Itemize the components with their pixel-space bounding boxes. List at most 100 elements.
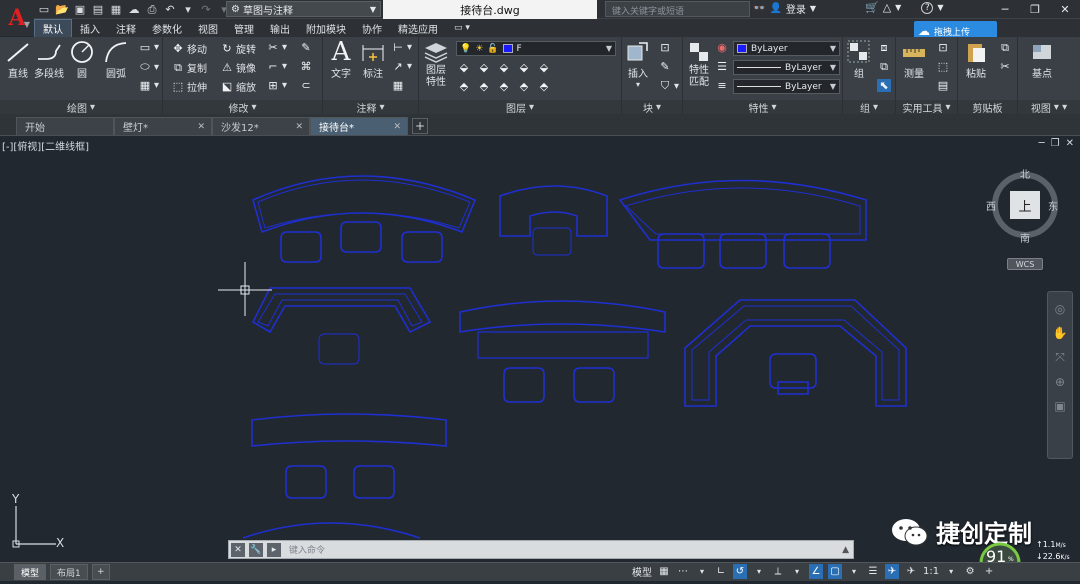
orbit-icon[interactable]: ⊕ bbox=[1055, 375, 1065, 389]
layers-panel-label[interactable]: 图层 ▾ bbox=[419, 100, 621, 115]
polar-tracking-icon[interactable]: ↺ bbox=[733, 564, 747, 579]
measure-tool[interactable]: 测量 bbox=[900, 39, 928, 80]
rectangle-tool[interactable]: ▭ ▾ bbox=[138, 41, 159, 54]
help-icon[interactable]: ? bbox=[921, 1, 934, 14]
cloud-icon[interactable]: ☁ bbox=[126, 2, 142, 17]
compass-north[interactable]: 北 bbox=[1020, 166, 1030, 181]
layer-isolate-icon[interactable]: ⬙ bbox=[477, 61, 491, 74]
attribute-tool[interactable]: ⛉ ▾ bbox=[658, 79, 679, 93]
auto-scale-icon[interactable]: ✈ bbox=[904, 564, 918, 579]
group-select-tool[interactable]: ⬉ bbox=[877, 79, 891, 92]
paste-tool[interactable]: 粘贴 bbox=[962, 39, 990, 80]
save-as-icon[interactable]: ▤ bbox=[90, 2, 106, 17]
doc-tab-wall-lamp[interactable]: 壁灯* ✕ bbox=[114, 117, 212, 135]
drawing-viewport[interactable]: [-][俯视][二维线框] ─ ❐ ✕ 北 南 东 西 上 WCS ◎ ✋ ⤧ … bbox=[0, 136, 1080, 562]
group-edit-tool[interactable]: ⧉ bbox=[877, 60, 891, 74]
erase-tool[interactable]: ✎ bbox=[299, 41, 313, 54]
close-icon[interactable]: ✕ bbox=[393, 122, 401, 132]
compass-south[interactable]: 南 bbox=[1020, 230, 1030, 245]
doc-tab-reception[interactable]: 接待台* ✕ bbox=[310, 117, 408, 135]
match-properties-tool[interactable]: 特性匹配 bbox=[685, 39, 713, 89]
object-snap-icon[interactable]: ▢ bbox=[828, 564, 842, 579]
tab-annotate[interactable]: 注释 bbox=[108, 19, 144, 37]
close-icon[interactable]: ✕ bbox=[295, 122, 303, 132]
layer-unlock-icon[interactable]: ⬘ bbox=[517, 80, 531, 93]
zoom-icon[interactable]: ⤧ bbox=[1055, 350, 1065, 365]
tab-default[interactable]: 默认 bbox=[34, 19, 72, 37]
arc-tool[interactable]: 圆弧 bbox=[102, 39, 130, 80]
viewcube[interactable]: 北 南 东 西 上 bbox=[986, 170, 1060, 245]
create-block-tool[interactable]: ⊡ bbox=[658, 41, 672, 54]
linetype-dropdown[interactable]: ByLayer ▼ bbox=[733, 60, 840, 75]
chevron-down-icon[interactable]: ▾ bbox=[752, 564, 766, 579]
ungroup-tool[interactable]: ⧈ bbox=[877, 41, 891, 55]
tab-featured-apps[interactable]: 精选应用 bbox=[390, 19, 446, 37]
layer-make-current-icon[interactable]: ⬙ bbox=[537, 61, 551, 74]
annotation-panel-label[interactable]: 注释 ▾ bbox=[323, 100, 418, 115]
user-area[interactable]: 👓 👤 登录 ▼ bbox=[753, 1, 816, 16]
iso-draft-icon[interactable]: ⟂ bbox=[771, 564, 785, 579]
command-input[interactable]: 键入命令 bbox=[289, 543, 325, 556]
annotation-visibility-icon[interactable]: ✈ bbox=[885, 564, 899, 579]
polyline-tool[interactable]: 多段线 bbox=[34, 39, 64, 80]
ribbon-options-icon[interactable]: ▭ ▾ bbox=[446, 19, 478, 37]
view-panel-label[interactable]: 视图 ▾ ▾ bbox=[1018, 100, 1080, 115]
search-input[interactable]: 键入关键字或短语 bbox=[605, 1, 750, 17]
lineweight-tool[interactable]: ☰ bbox=[715, 60, 729, 73]
select-all-tool[interactable]: ⬚ bbox=[936, 60, 950, 73]
linetype-tool[interactable]: ≡ bbox=[715, 79, 729, 92]
redo-icon[interactable]: ↷ bbox=[198, 2, 214, 17]
ellipse-tool[interactable]: ⬭ ▾ bbox=[138, 60, 159, 74]
chevron-down-icon[interactable]: ▼ bbox=[895, 3, 901, 12]
web-save-icon[interactable]: ▦ bbox=[108, 2, 124, 17]
layout-tab-model[interactable]: 模型 bbox=[14, 564, 47, 580]
move-tool[interactable]: ✥ 移动 bbox=[171, 41, 207, 56]
chevron-down-icon[interactable]: ▼ bbox=[937, 3, 943, 12]
fillet-tool[interactable]: ⌐ ▾ bbox=[266, 60, 287, 73]
layer-match-icon[interactable]: ⬘ bbox=[457, 80, 471, 93]
print-icon[interactable]: ⎙ bbox=[144, 2, 160, 17]
cut-tool[interactable]: ✂ bbox=[998, 60, 1012, 73]
trim-tool[interactable]: ✂ ▾ bbox=[266, 41, 287, 54]
layer-unisolate-icon[interactable]: ⬘ bbox=[477, 80, 491, 93]
layer-copy-icon[interactable]: ⬘ bbox=[537, 80, 551, 93]
tab-addins[interactable]: 附加模块 bbox=[298, 19, 354, 37]
doc-tab-start[interactable]: 开始 bbox=[16, 117, 114, 135]
snap-icon[interactable]: ⋯ bbox=[676, 564, 690, 579]
copy-clip-tool[interactable]: ⧉ bbox=[998, 41, 1012, 55]
layer-thaw-icon[interactable]: ⬘ bbox=[497, 80, 511, 93]
chevron-up-icon[interactable]: ▲ bbox=[842, 545, 849, 555]
layout-tab-layout1[interactable]: 布局1 bbox=[50, 564, 88, 580]
mirror-tool[interactable]: ⚠ 镜像 bbox=[220, 60, 256, 75]
compass-east[interactable]: 东 bbox=[1048, 198, 1058, 213]
new-tab-button[interactable]: + bbox=[412, 118, 428, 134]
wrench-icon[interactable]: 🔧 bbox=[249, 542, 263, 557]
stretch-tool[interactable]: ⬚ 拉伸 bbox=[171, 79, 207, 94]
open-file-icon[interactable]: 📂 bbox=[54, 2, 70, 17]
edit-block-tool[interactable]: ✎ bbox=[658, 60, 672, 73]
draw-panel-label[interactable]: 绘图 ▾ bbox=[0, 100, 162, 115]
table-tool[interactable]: ▦ bbox=[391, 79, 405, 92]
chevron-down-icon[interactable]: ▾ bbox=[790, 564, 804, 579]
properties-panel-label[interactable]: 特性 ▾ bbox=[683, 100, 842, 115]
save-icon[interactable]: ▣ bbox=[72, 2, 88, 17]
chevron-down-icon[interactable]: ▼ bbox=[810, 4, 816, 13]
color-wheel-tool[interactable]: ◉ bbox=[715, 41, 729, 54]
close-icon[interactable]: ✕ bbox=[1050, 0, 1080, 19]
undo-icon[interactable]: ↶ bbox=[162, 2, 178, 17]
insert-block-tool[interactable]: 插入 ▾ bbox=[624, 39, 652, 89]
circle-tool[interactable]: 圆 bbox=[68, 39, 96, 80]
layer-freeze-icon[interactable]: ⬙ bbox=[497, 61, 511, 74]
tab-collaborate[interactable]: 协作 bbox=[354, 19, 390, 37]
plus-icon[interactable]: + bbox=[982, 564, 996, 579]
linear-dim-tool[interactable]: ⊢ ▾ bbox=[391, 41, 412, 54]
wcs-menu[interactable]: WCS bbox=[1007, 258, 1043, 270]
ortho-icon[interactable]: ∟ bbox=[714, 564, 728, 579]
binoculars-icon[interactable]: 👓 bbox=[753, 3, 765, 14]
layer-lock-icon[interactable]: ⬙ bbox=[517, 61, 531, 74]
tab-insert[interactable]: 插入 bbox=[72, 19, 108, 37]
undo-dropdown-icon[interactable]: ▾ bbox=[180, 2, 196, 17]
command-line[interactable]: ✕ 🔧 ▸ 键入命令 ▲ bbox=[228, 540, 854, 559]
copy-tool[interactable]: ⧉ 复制 bbox=[171, 60, 207, 76]
maximize-icon[interactable]: ❐ bbox=[1020, 0, 1050, 19]
